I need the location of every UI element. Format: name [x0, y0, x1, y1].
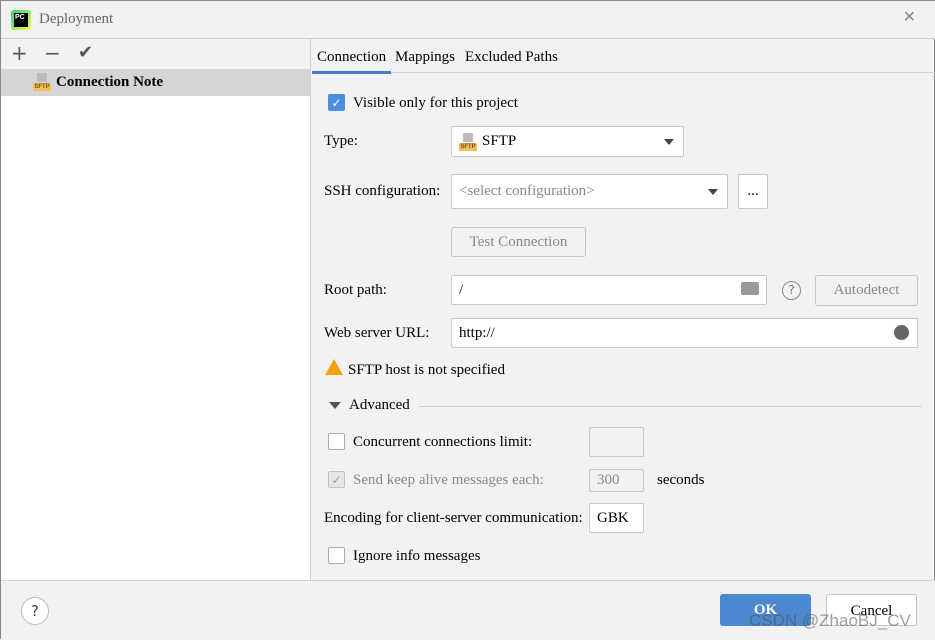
type-label: Type:: [324, 133, 358, 149]
collapse-triangle-icon[interactable]: [329, 402, 341, 409]
test-connection-button[interactable]: Test Connection: [451, 227, 586, 257]
keep-alive-label: Send keep alive messages each:: [353, 472, 544, 488]
root-path-input[interactable]: /: [451, 275, 767, 305]
ssh-browse-button[interactable]: ...: [738, 174, 768, 209]
ssh-label: SSH configuration:: [324, 183, 441, 199]
keep-alive-input[interactable]: 300: [589, 469, 644, 492]
server-name: Connection Note: [56, 74, 164, 90]
sftp-icon: SFTP: [459, 132, 477, 151]
seconds-label: seconds: [657, 472, 705, 488]
encoding-input[interactable]: GBK: [589, 503, 644, 533]
title-bar: [1, 1, 935, 39]
folder-icon[interactable]: [741, 282, 759, 295]
visible-only-label: Visible only for this project: [353, 95, 518, 111]
warning-message: SFTP host is not specified: [348, 362, 505, 378]
server-list-panel: + − ✔ SFTP Connection Note: [1, 39, 311, 580]
ssh-placeholder: <select configuration>: [459, 183, 595, 199]
root-path-label: Root path:: [324, 282, 387, 298]
keep-alive-checkbox[interactable]: ✓: [328, 471, 345, 488]
visible-only-checkbox[interactable]: ✓: [328, 94, 345, 111]
web-url-input[interactable]: http://: [451, 318, 918, 348]
tab-mappings[interactable]: Mappings: [395, 49, 455, 66]
check-icon[interactable]: ✔: [78, 42, 93, 63]
active-tab-indicator: [312, 71, 391, 74]
sftp-warning-icon: SFTP: [33, 73, 51, 91]
concurrent-limit-checkbox[interactable]: [328, 433, 345, 450]
close-icon[interactable]: ✕: [903, 7, 916, 26]
add-icon[interactable]: +: [11, 41, 28, 65]
autodetect-button[interactable]: Autodetect: [815, 275, 918, 306]
globe-icon[interactable]: [894, 325, 909, 340]
type-select[interactable]: SFTP SFTP: [451, 126, 684, 157]
list-item[interactable]: SFTP Connection Note: [1, 69, 310, 96]
advanced-section-label[interactable]: Advanced: [349, 397, 410, 414]
window-title: Deployment: [39, 11, 114, 27]
type-value: SFTP: [482, 133, 517, 149]
ssh-config-select[interactable]: <select configuration>: [451, 174, 728, 209]
tab-excluded-paths[interactable]: Excluded Paths: [465, 49, 558, 66]
concurrent-limit-label: Concurrent connections limit:: [353, 434, 533, 450]
web-url-label: Web server URL:: [324, 325, 430, 341]
tab-connection[interactable]: Connection: [317, 49, 386, 66]
concurrent-limit-input[interactable]: [589, 427, 644, 457]
help-button[interactable]: ?: [21, 597, 49, 625]
remove-icon[interactable]: −: [44, 41, 61, 65]
pycharm-logo-icon: PC: [11, 10, 31, 30]
warning-icon: [325, 359, 343, 375]
divider: [419, 406, 922, 407]
help-icon[interactable]: ?: [782, 281, 801, 300]
ignore-info-label: Ignore info messages: [353, 548, 481, 564]
tab-bar: Connection Mappings Excluded Paths: [312, 39, 935, 73]
watermark: CSDN @ZhaoBJ_CV: [749, 611, 911, 630]
web-url-value: http://: [459, 324, 495, 341]
ignore-info-checkbox[interactable]: [328, 547, 345, 564]
list-toolbar: + − ✔: [1, 39, 310, 69]
chevron-down-icon: [664, 139, 674, 145]
encoding-label: Encoding for client-server communication…: [324, 510, 583, 526]
chevron-down-icon: [708, 189, 718, 195]
root-path-value: /: [459, 281, 464, 298]
